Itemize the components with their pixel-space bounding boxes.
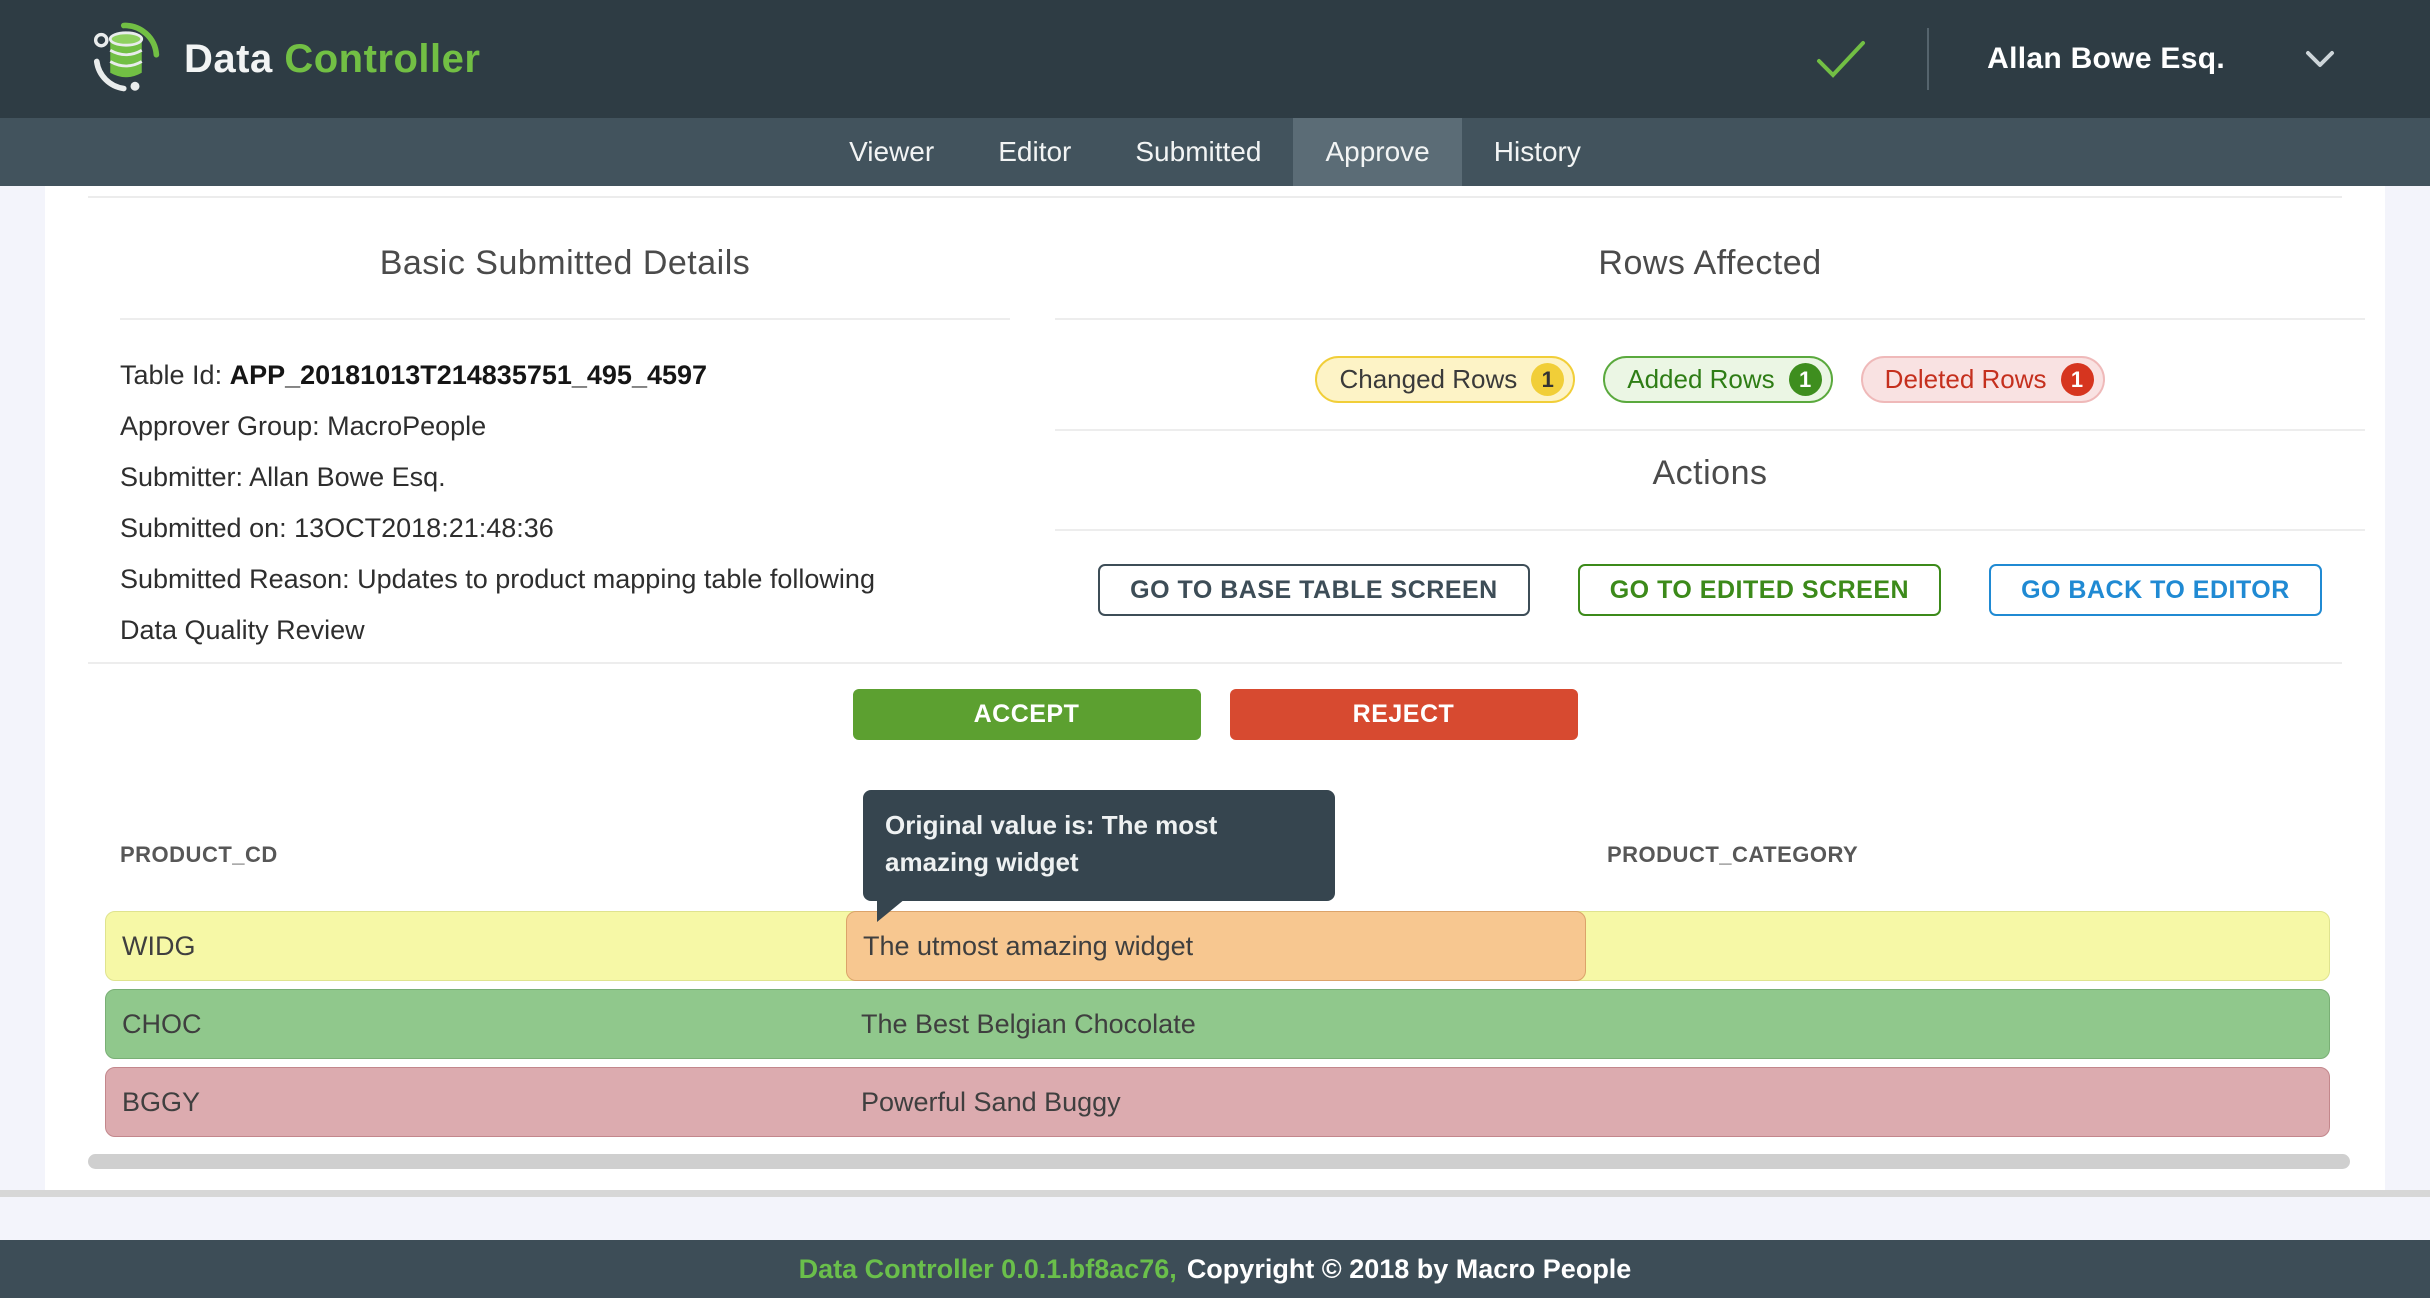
original-value-tooltip: Original value is: The most amazing widg… (863, 790, 1335, 901)
detail-approver-group: Approver Group: MacroPeople (120, 401, 920, 452)
tab-history[interactable]: History (1462, 118, 1613, 186)
divider (120, 318, 1010, 320)
decision-buttons: ACCEPT REJECT (45, 689, 2385, 740)
footer-gap (0, 1197, 2430, 1240)
user-menu-chevron-down-icon[interactable] (2305, 50, 2335, 68)
footer-copyright: Copyright © 2018 by Macro People (1187, 1254, 1632, 1285)
tab-editor[interactable]: Editor (966, 118, 1103, 186)
column-header-product-cd: PRODUCT_CD (120, 842, 278, 868)
footer-version: Data Controller 0.0.1.bf8ac76, (799, 1254, 1177, 1285)
table-row-deleted: BGGY Powerful Sand Buggy (105, 1067, 2330, 1137)
changed-rows-count: 1 (1531, 363, 1564, 396)
added-rows-badge: Added Rows 1 (1603, 356, 1832, 403)
rows-affected-badges: Changed Rows 1 Added Rows 1 Deleted Rows… (1055, 356, 2365, 403)
accept-button[interactable]: ACCEPT (853, 689, 1201, 740)
divider (1055, 529, 2365, 531)
divider (1055, 429, 2365, 431)
divider (1055, 318, 2365, 320)
divider (88, 662, 2342, 664)
table-row-added: CHOC The Best Belgian Chocolate (105, 989, 2330, 1059)
detail-submitted-reason: Submitted Reason: Updates to product map… (120, 554, 920, 656)
detail-submitted-on: Submitted on: 13OCT2018:21:48:36 (120, 503, 920, 554)
tab-submitted[interactable]: Submitted (1103, 118, 1293, 186)
column-header-product-category: PRODUCT_CATEGORY (1607, 842, 1858, 868)
horizontal-scrollbar[interactable] (88, 1154, 2388, 1169)
app-title: Data Controller (184, 37, 480, 82)
cell-product-cd: WIDG (122, 931, 196, 962)
tab-approve[interactable]: Approve (1293, 118, 1461, 186)
go-back-to-editor-button[interactable]: GO BACK TO EDITOR (1989, 564, 2322, 616)
added-rows-count: 1 (1789, 363, 1822, 396)
deleted-rows-badge: Deleted Rows 1 (1861, 356, 2105, 403)
submission-details: Table Id: APP_20181013T214835751_495_459… (120, 350, 920, 656)
approve-detail-card: Basic Submitted Details Table Id: APP_20… (45, 186, 2385, 1190)
top-bar: Data Controller Allan Bowe Esq. (0, 0, 2430, 118)
action-buttons: GO TO BASE TABLE SCREEN GO TO EDITED SCR… (1055, 564, 2365, 616)
tab-viewer[interactable]: Viewer (817, 118, 966, 186)
rows-affected-title: Rows Affected (1055, 244, 2365, 283)
diff-grid: WIDG The utmost amazing widget CHOC The … (105, 911, 2330, 1145)
actions-title: Actions (1055, 454, 2365, 493)
go-to-base-table-screen-button[interactable]: GO TO BASE TABLE SCREEN (1098, 564, 1530, 616)
go-to-edited-screen-button[interactable]: GO TO EDITED SCREEN (1578, 564, 1941, 616)
main-nav: Viewer Editor Submitted Approve History (0, 118, 2430, 186)
cell-product-cd: CHOC (122, 1009, 202, 1040)
table-row-changed: WIDG The utmost amazing widget (105, 911, 2330, 981)
footer: Data Controller 0.0.1.bf8ac76, Copyright… (0, 1240, 2430, 1298)
cell-product-desc: The Best Belgian Chocolate (861, 1009, 1196, 1040)
cell-product-desc-changed[interactable]: The utmost amazing widget (846, 911, 1586, 981)
cell-product-cd: BGGY (122, 1087, 200, 1118)
status-check-icon (1815, 39, 1867, 79)
app-logo[interactable]: Data Controller (90, 21, 480, 98)
user-name: Allan Bowe Esq. (1987, 42, 2225, 76)
detail-table-id: Table Id: APP_20181013T214835751_495_459… (120, 350, 920, 401)
data-controller-logo-icon (90, 21, 162, 98)
horizontal-scrollbar-thumb[interactable] (88, 1154, 2350, 1169)
card-bottom-rule (0, 1190, 2430, 1197)
changed-rows-badge: Changed Rows 1 (1315, 356, 1575, 403)
detail-submitter: Submitter: Allan Bowe Esq. (120, 452, 920, 503)
header-divider (1927, 28, 1929, 90)
reject-button[interactable]: REJECT (1230, 689, 1578, 740)
basic-submitted-details-title: Basic Submitted Details (120, 244, 1010, 283)
deleted-rows-count: 1 (2061, 363, 2094, 396)
cell-product-desc: Powerful Sand Buggy (861, 1087, 1121, 1118)
card-top-divider (88, 196, 2342, 198)
